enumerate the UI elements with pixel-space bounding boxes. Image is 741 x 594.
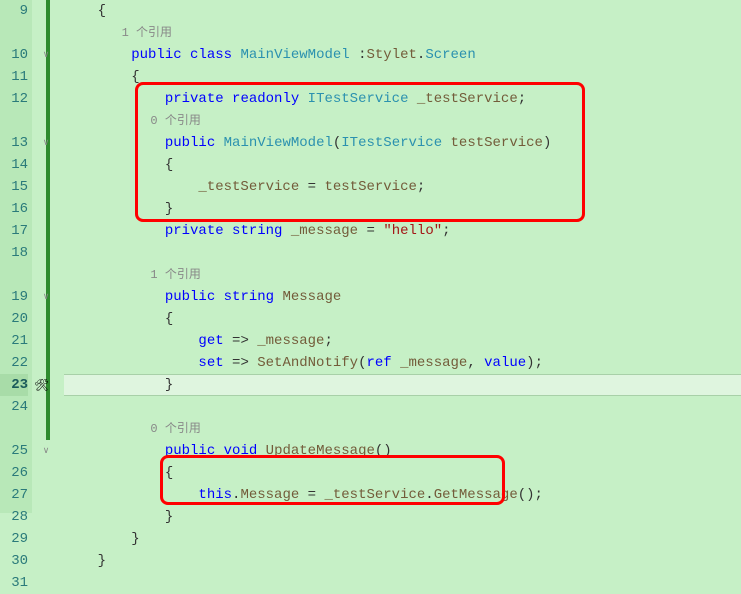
line-number: 26	[0, 462, 28, 484]
line-number-current: 23	[0, 374, 28, 396]
code-line[interactable]: private string _message = "hello";	[64, 220, 741, 242]
code-line[interactable]: {	[64, 462, 741, 484]
editor-margin: ∨ ∨ ∨ 🛠 ∨	[32, 0, 60, 513]
code-line[interactable]: {	[64, 0, 741, 22]
codelens-gap	[0, 110, 28, 132]
code-line[interactable]: public string Message	[64, 286, 741, 308]
codelens-gap	[0, 22, 28, 44]
code-line[interactable]: _testService = testService;	[64, 176, 741, 198]
fold-toggle[interactable]: ∨	[43, 138, 50, 148]
fold-toggle[interactable]: ∨	[43, 50, 50, 60]
code-line[interactable]: private readonly ITestService _testServi…	[64, 88, 741, 110]
line-number: 15	[0, 176, 28, 198]
line-number: 22	[0, 352, 28, 374]
codelens-gap	[0, 418, 28, 440]
line-number: 9	[0, 0, 28, 22]
code-line[interactable]: }	[64, 528, 741, 550]
code-line[interactable]: public MainViewModel(ITestService testSe…	[64, 132, 741, 154]
code-line[interactable]: get => _message;	[64, 330, 741, 352]
code-line-current[interactable]: }	[64, 374, 741, 396]
code-line[interactable]: public class MainViewModel :Stylet.Scree…	[64, 44, 741, 66]
codelens-gap	[0, 264, 28, 286]
code-line[interactable]	[64, 396, 741, 418]
line-number: 19	[0, 286, 28, 308]
line-number: 12	[0, 88, 28, 110]
codelens[interactable]: 1 个引用	[64, 264, 741, 286]
line-number: 30	[0, 550, 28, 572]
code-line[interactable]: set => SetAndNotify(ref _message, value)…	[64, 352, 741, 374]
lightbulb-icon[interactable]: 🛠	[34, 378, 49, 393]
line-number: 31	[0, 572, 28, 594]
code-line[interactable]: {	[64, 308, 741, 330]
line-number: 29	[0, 528, 28, 550]
line-number: 24	[0, 396, 28, 418]
line-number: 20	[0, 308, 28, 330]
codelens[interactable]: 0 个引用	[64, 418, 741, 440]
line-number-gutter: 9 10 11 12 13 14 15 16 17 18 19 20 21 22…	[0, 0, 32, 513]
code-line[interactable]: }	[64, 550, 741, 572]
line-number: 27	[0, 484, 28, 506]
code-editor: 9 10 11 12 13 14 15 16 17 18 19 20 21 22…	[0, 0, 741, 513]
code-line[interactable]	[64, 572, 741, 594]
line-number: 14	[0, 154, 28, 176]
code-line[interactable]: {	[64, 154, 741, 176]
line-number: 16	[0, 198, 28, 220]
code-line[interactable]	[64, 242, 741, 264]
line-number: 18	[0, 242, 28, 264]
code-line[interactable]: }	[64, 198, 741, 220]
fold-toggle[interactable]: ∨	[43, 446, 50, 456]
line-number: 21	[0, 330, 28, 352]
code-line[interactable]: public void UpdateMessage()	[64, 440, 741, 462]
line-number: 13	[0, 132, 28, 154]
line-number: 10	[0, 44, 28, 66]
line-number: 25	[0, 440, 28, 462]
codelens[interactable]: 0 个引用	[64, 110, 741, 132]
fold-toggle[interactable]: ∨	[43, 292, 50, 302]
line-number: 28	[0, 506, 28, 528]
code-line[interactable]: }	[64, 506, 741, 528]
line-number: 17	[0, 220, 28, 242]
line-number: 11	[0, 66, 28, 88]
code-line[interactable]: {	[64, 66, 741, 88]
codelens[interactable]: 1 个引用	[64, 22, 741, 44]
code-line[interactable]: this.Message = _testService.GetMessage()…	[64, 484, 741, 506]
code-area[interactable]: { 1 个引用 public class MainViewModel :Styl…	[60, 0, 741, 513]
